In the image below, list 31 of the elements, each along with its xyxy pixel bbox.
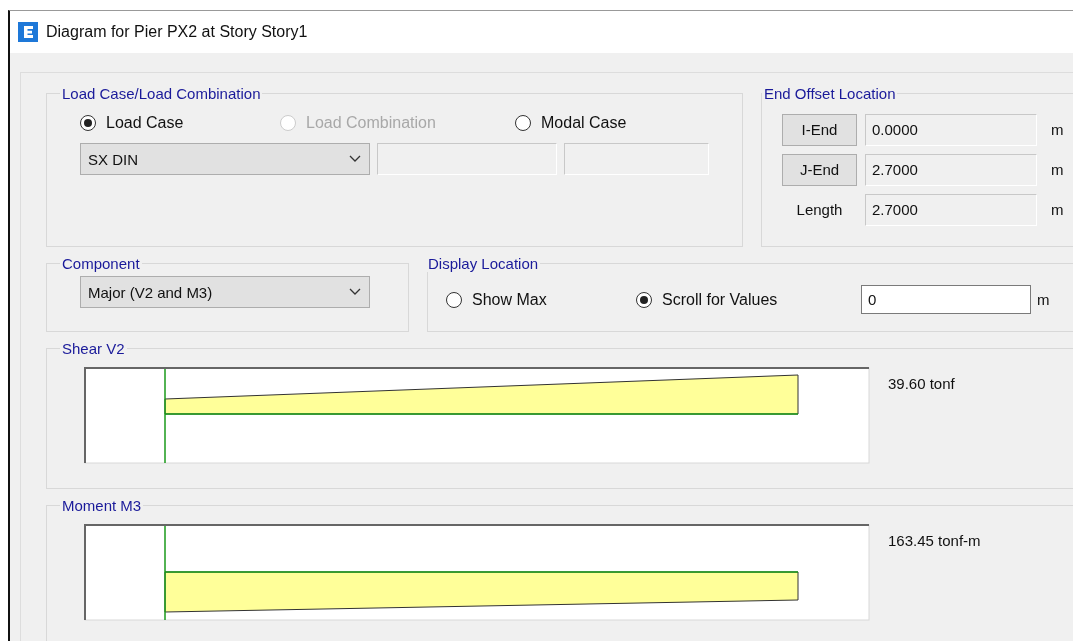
- end-button[interactable]: J-End: [782, 153, 857, 186]
- unit-label: m: [1051, 201, 1064, 218]
- radio-option[interactable]: Load Case: [80, 114, 280, 132]
- radio-option[interactable]: Scroll for Values: [636, 290, 861, 309]
- group-title: Display Location: [427, 255, 540, 272]
- end-button[interactable]: I-End: [782, 113, 857, 146]
- value-reading: 39.60 tonf: [888, 375, 955, 392]
- radio-option[interactable]: Modal Case: [515, 114, 627, 132]
- chevron-icon: [349, 288, 361, 296]
- component-dropdown[interactable]: Major (V2 and M3): [80, 276, 370, 308]
- unit-label: m: [1051, 161, 1064, 178]
- value-reading: 163.45 tonf-m: [888, 531, 981, 549]
- chevron-icon: [349, 155, 361, 163]
- app-icon: [18, 22, 38, 42]
- group-title: Load Case/Load Combination: [61, 85, 262, 102]
- group-title: Moment M3: [61, 496, 143, 514]
- group-title: Component: [61, 255, 141, 272]
- input-field[interactable]: 2.7000: [865, 193, 1037, 226]
- input-field[interactable]: [377, 143, 557, 175]
- field-label: Length: [795, 201, 844, 218]
- case-dropdown[interactable]: SX DIN: [80, 143, 370, 175]
- radio-option[interactable]: Show Max: [446, 290, 636, 309]
- unit-label: m: [1051, 121, 1064, 138]
- window-title: Diagram for Pier PX2 at Story Story1: [46, 23, 308, 41]
- input-field[interactable]: 0: [861, 285, 1031, 314]
- group-title: Shear V2: [61, 340, 126, 357]
- input-field[interactable]: [564, 143, 709, 175]
- unit-label: m: [1037, 291, 1050, 308]
- input-field[interactable]: 0.0000: [865, 113, 1037, 146]
- group-title: End Offset Location: [763, 85, 897, 102]
- input-field[interactable]: 2.7000: [865, 153, 1037, 186]
